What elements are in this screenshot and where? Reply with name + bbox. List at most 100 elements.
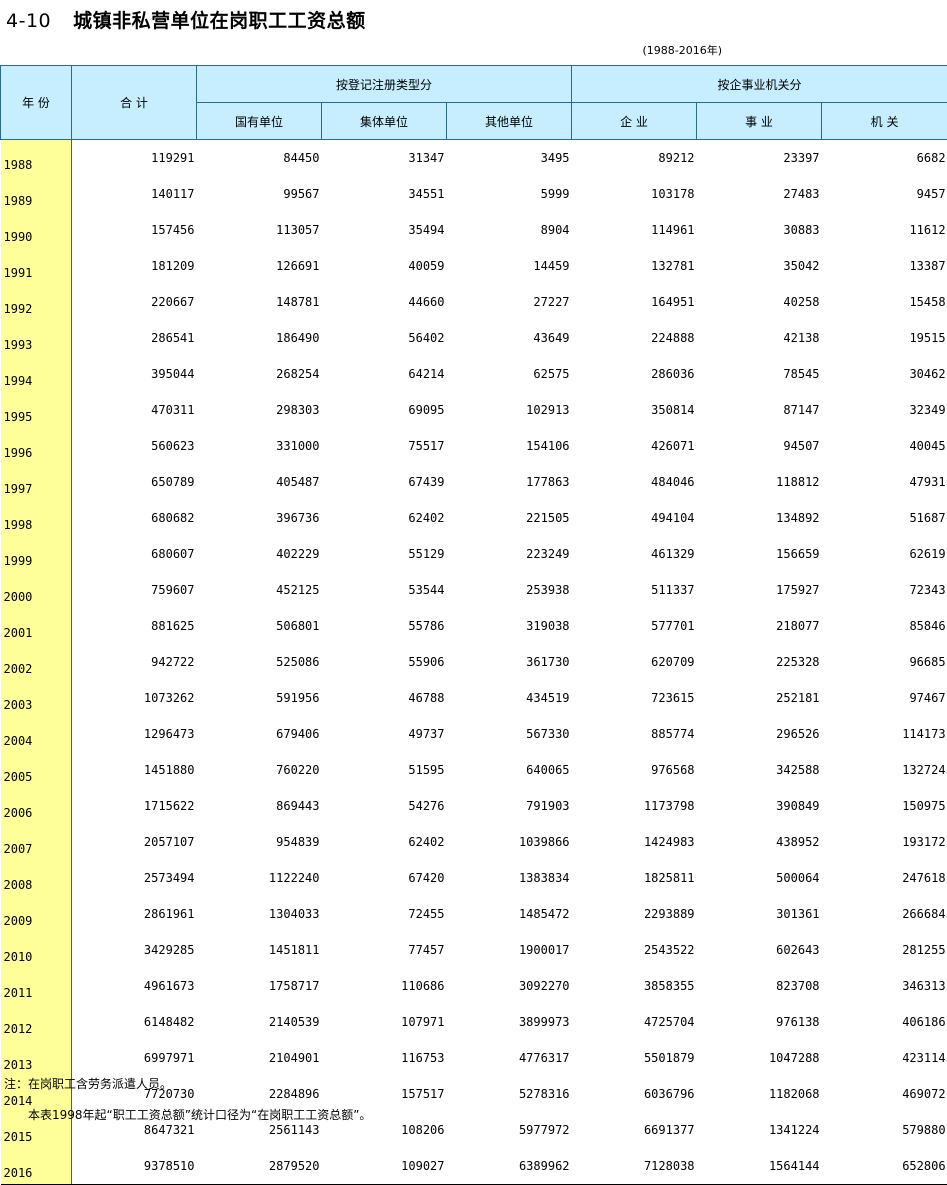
cell-institution: 252181 <box>697 680 822 716</box>
cell-state-owned: 84450 <box>197 140 322 177</box>
wage-table: 年 份 合 计 按登记注册类型分 按企事业机关分 国有单位 集体单位 其他单位 … <box>0 65 947 1185</box>
cell-collective: 34551 <box>322 176 447 212</box>
table-row: 2013699797121049011167534776317550187910… <box>1 1040 947 1076</box>
table-row: 1993286541186490564024364922488842138195… <box>1 320 947 356</box>
cell-state-owned: 1122240 <box>197 860 322 896</box>
cell-institution: 134892 <box>697 500 822 536</box>
cell-year: 2004 <box>1 716 72 752</box>
cell-agency: 19515 <box>822 320 947 356</box>
cell-total: 140117 <box>72 176 197 212</box>
cell-year: 2003 <box>1 680 72 716</box>
cell-year: 1995 <box>1 392 72 428</box>
cell-other: 43649 <box>447 320 572 356</box>
table-row: 2011496167317587171106863092270385835582… <box>1 968 947 1004</box>
cell-total: 2057107 <box>72 824 197 860</box>
cell-other: 4776317 <box>447 1040 572 1076</box>
cell-agency: 47931 <box>822 464 947 500</box>
cell-state-owned: 405487 <box>197 464 322 500</box>
cell-agency: 346313 <box>822 968 947 1004</box>
header-group-registration: 按登记注册类型分 <box>197 66 572 103</box>
table-row: 1996560623331000755171541064260719450740… <box>1 428 947 464</box>
header-other: 其他单位 <box>447 103 572 140</box>
table-row: 2005145188076022051595640065976568342588… <box>1 752 947 788</box>
cell-state-owned: 506801 <box>197 608 322 644</box>
cell-institution: 976138 <box>697 1004 822 1040</box>
cell-institution: 78545 <box>697 356 822 392</box>
cell-institution: 30883 <box>697 212 822 248</box>
cell-institution: 218077 <box>697 608 822 644</box>
cell-enterprise: 4725704 <box>572 1004 697 1040</box>
cell-state-owned: 268254 <box>197 356 322 392</box>
table-row: 2008257349411222406742013838341825811500… <box>1 860 947 896</box>
cell-collective: 31347 <box>322 140 447 177</box>
table-row: 1992220667148781446602722716495140258154… <box>1 284 947 320</box>
cell-agency: 51687 <box>822 500 947 536</box>
cell-agency: 9457 <box>822 176 947 212</box>
cell-enterprise: 577701 <box>572 608 697 644</box>
table-body: 1988119291844503134734958921223397668219… <box>1 140 947 1185</box>
cell-other: 3495 <box>447 140 572 177</box>
cell-collective: 110686 <box>322 968 447 1004</box>
cell-state-owned: 2140539 <box>197 1004 322 1040</box>
cell-other: 434519 <box>447 680 572 716</box>
cell-collective: 116753 <box>322 1040 447 1076</box>
cell-collective: 56402 <box>322 320 447 356</box>
cell-other: 14459 <box>447 248 572 284</box>
cell-agency: 40045 <box>822 428 947 464</box>
cell-year: 1998 <box>1 500 72 536</box>
cell-year: 2012 <box>1 1004 72 1040</box>
cell-collective: 49737 <box>322 716 447 752</box>
cell-institution: 35042 <box>697 248 822 284</box>
cell-state-owned: 525086 <box>197 644 322 680</box>
cell-collective: 53544 <box>322 572 447 608</box>
cell-collective: 67439 <box>322 464 447 500</box>
cell-enterprise: 426071 <box>572 428 697 464</box>
table-row: 2004129647367940649737567330885774296526… <box>1 716 947 752</box>
cell-enterprise: 885774 <box>572 716 697 752</box>
table-title: 城镇非私营单位在岗职工工资总额 <box>73 10 366 32</box>
cell-collective: 55786 <box>322 608 447 644</box>
cell-collective: 62402 <box>322 824 447 860</box>
cell-year: 1989 <box>1 176 72 212</box>
cell-state-owned: 679406 <box>197 716 322 752</box>
header-collective: 集体单位 <box>322 103 447 140</box>
table-row: 1994395044268254642146257528603678545304… <box>1 356 947 392</box>
cell-total: 9378510 <box>72 1148 197 1185</box>
cell-collective: 109027 <box>322 1148 447 1185</box>
header-total: 合 计 <box>72 66 197 140</box>
cell-other: 5278316 <box>447 1076 572 1112</box>
cell-agency: 30462 <box>822 356 947 392</box>
cell-institution: 438952 <box>697 824 822 860</box>
cell-enterprise: 484046 <box>572 464 697 500</box>
cell-enterprise: 6691377 <box>572 1112 697 1148</box>
cell-state-owned: 331000 <box>197 428 322 464</box>
cell-collective: 67420 <box>322 860 447 896</box>
table-row: 2002942722525086559063617306207092253289… <box>1 644 947 680</box>
cell-year: 1993 <box>1 320 72 356</box>
cell-other: 1900017 <box>447 932 572 968</box>
cell-total: 119291 <box>72 140 197 177</box>
cell-agency: 469072 <box>822 1076 947 1112</box>
cell-year: 2009 <box>1 896 72 932</box>
footnote-1: 注：在岗职工含劳务派遣人员。 <box>4 1075 172 1092</box>
cell-collective: 69095 <box>322 392 447 428</box>
cell-total: 4961673 <box>72 968 197 1004</box>
cell-collective: 51595 <box>322 752 447 788</box>
cell-enterprise: 7128038 <box>572 1148 697 1185</box>
cell-agency: 132724 <box>822 752 947 788</box>
cell-institution: 27483 <box>697 176 822 212</box>
cell-year: 2007 <box>1 824 72 860</box>
cell-total: 560623 <box>72 428 197 464</box>
cell-total: 1073262 <box>72 680 197 716</box>
cell-total: 680607 <box>72 536 197 572</box>
cell-institution: 296526 <box>697 716 822 752</box>
cell-institution: 342588 <box>697 752 822 788</box>
cell-institution: 118812 <box>697 464 822 500</box>
cell-year: 1992 <box>1 284 72 320</box>
cell-other: 154106 <box>447 428 572 464</box>
cell-state-owned: 148781 <box>197 284 322 320</box>
header-enterprise: 企 业 <box>572 103 697 140</box>
cell-agency: 13387 <box>822 248 947 284</box>
cell-state-owned: 298303 <box>197 392 322 428</box>
table-row: 19881192918445031347349589212233976682 <box>1 140 947 177</box>
